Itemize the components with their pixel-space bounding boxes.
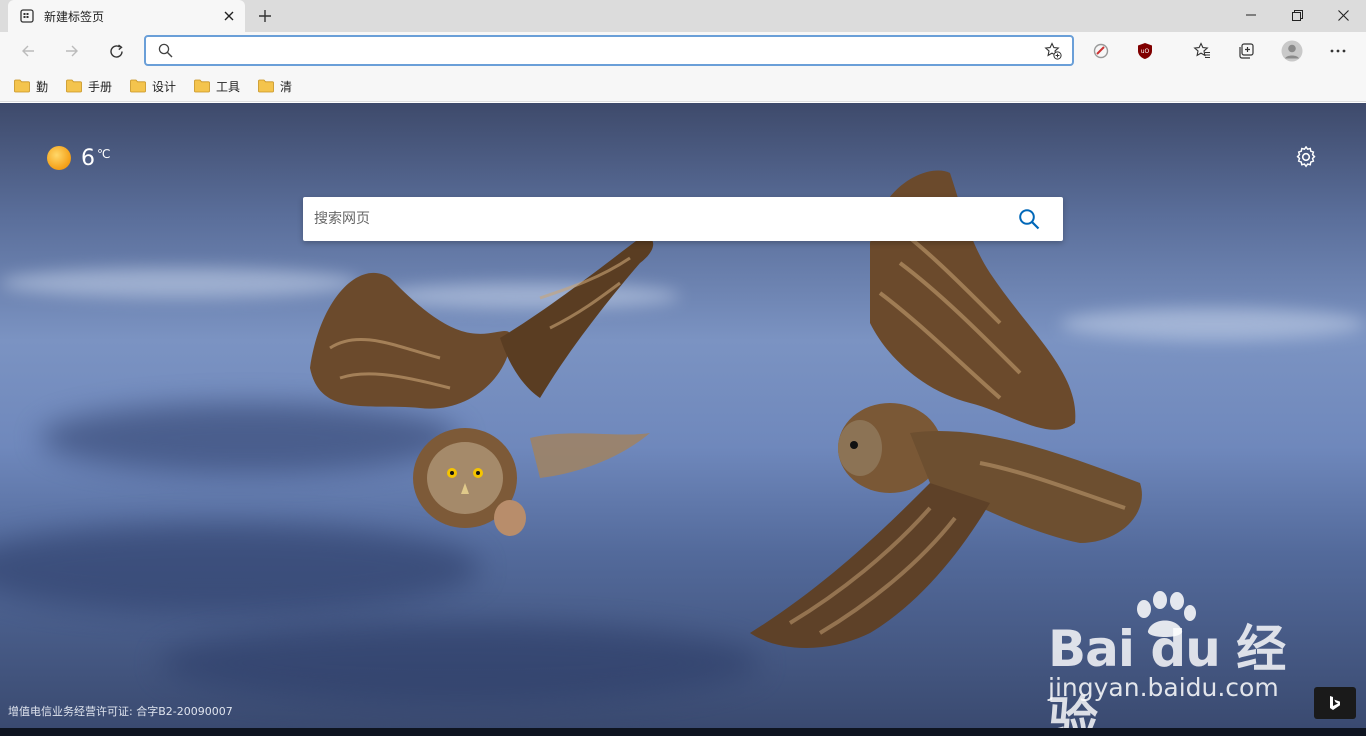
restore-icon[interactable] bbox=[1274, 0, 1320, 30]
folder-icon bbox=[130, 79, 146, 93]
add-favorite-icon[interactable] bbox=[1042, 40, 1064, 62]
plus-icon[interactable] bbox=[252, 3, 278, 29]
profile-avatar-icon[interactable] bbox=[1276, 35, 1308, 67]
taskbar bbox=[0, 728, 1366, 736]
refresh-icon[interactable] bbox=[100, 35, 132, 67]
bookmark-label: 工具 bbox=[216, 79, 241, 94]
web-search-box bbox=[303, 197, 1063, 241]
tab-new-tab[interactable]: 新建标签页 bbox=[8, 0, 245, 32]
bookmark-label: 勤 bbox=[36, 79, 49, 94]
minimize-icon[interactable] bbox=[1228, 0, 1274, 30]
web-search-input[interactable] bbox=[314, 199, 1007, 239]
bookmark-folder[interactable]: 手册 bbox=[66, 75, 112, 97]
window-close-icon[interactable] bbox=[1320, 0, 1366, 30]
collections-icon[interactable] bbox=[1230, 35, 1262, 67]
owl-left-image bbox=[310, 238, 654, 536]
folder-icon bbox=[66, 79, 82, 93]
favorites-icon[interactable] bbox=[1186, 35, 1218, 67]
more-icon[interactable] bbox=[1322, 35, 1354, 67]
weather-unit: ℃ bbox=[97, 147, 111, 161]
bookmark-folder[interactable]: 勤 bbox=[14, 75, 48, 97]
newtab-page-icon bbox=[19, 8, 35, 24]
ublock-icon[interactable]: uO bbox=[1129, 35, 1161, 67]
close-icon[interactable] bbox=[217, 4, 241, 28]
bookmark-folder[interactable]: 清 bbox=[258, 75, 292, 97]
bookmark-label: 清 bbox=[280, 79, 293, 94]
weather-temperature: 6 bbox=[81, 145, 95, 171]
tab-title: 新建标签页 bbox=[44, 9, 105, 24]
bookmark-folder[interactable]: 设计 bbox=[130, 75, 176, 97]
bookmark-label: 设计 bbox=[152, 79, 177, 94]
folder-icon bbox=[14, 79, 30, 93]
bookmark-folder[interactable]: 工具 bbox=[194, 75, 240, 97]
gear-icon[interactable] bbox=[1293, 144, 1319, 170]
search-icon bbox=[158, 43, 174, 59]
folder-icon bbox=[194, 79, 210, 93]
sun-icon bbox=[47, 146, 71, 170]
back-arrow-icon[interactable] bbox=[12, 35, 44, 67]
folder-icon bbox=[258, 79, 274, 93]
forward-arrow-icon[interactable] bbox=[56, 35, 88, 67]
toolbar: uO bbox=[0, 32, 1366, 70]
new-tab-page-background: 6 ℃ 增值电信业务经营许可证: 合字B2-20090007 Bai du 经验… bbox=[0, 103, 1366, 728]
bing-icon[interactable] bbox=[1314, 687, 1356, 719]
watermark-brand: Bai du 经验 bbox=[1048, 620, 1286, 728]
address-input[interactable] bbox=[182, 37, 1042, 64]
extension-icon[interactable] bbox=[1085, 35, 1117, 67]
tab-strip: 新建标签页 bbox=[0, 0, 1366, 32]
baidu-watermark: Bai du 经验 jingyan.baidu.com bbox=[1048, 591, 1298, 728]
address-bar[interactable] bbox=[144, 35, 1074, 66]
snow-shadow bbox=[160, 623, 760, 703]
license-text: 增值电信业务经营许可证: 合字B2-20090007 bbox=[8, 705, 233, 718]
svg-text:uO: uO bbox=[1141, 48, 1150, 55]
weather-widget[interactable]: 6 ℃ bbox=[47, 145, 110, 171]
bookmarks-bar: 勤 手册 设计 工具 清 bbox=[0, 70, 1366, 102]
search-icon[interactable] bbox=[1007, 197, 1051, 241]
watermark-url: jingyan.baidu.com bbox=[1048, 673, 1279, 702]
bookmark-label: 手册 bbox=[88, 79, 113, 94]
